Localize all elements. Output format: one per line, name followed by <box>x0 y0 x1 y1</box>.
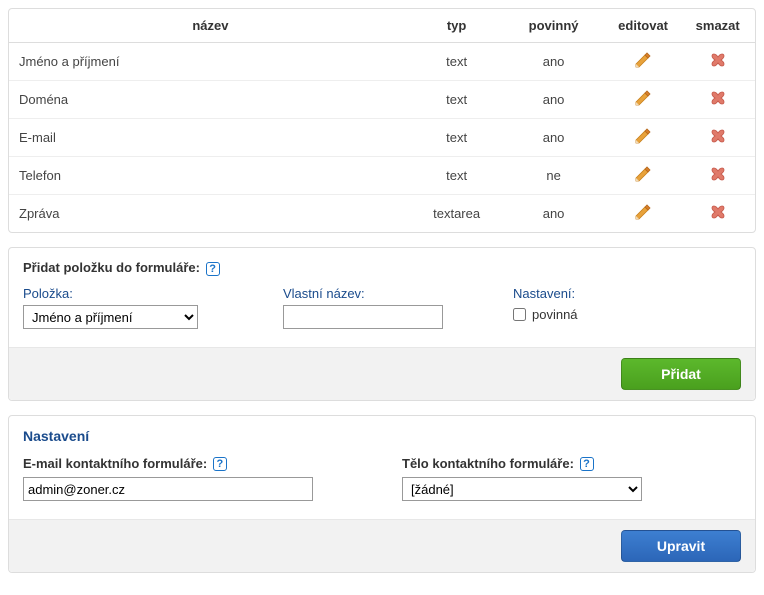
delete-icon[interactable] <box>709 51 727 69</box>
row-required: ano <box>501 195 605 233</box>
help-icon[interactable]: ? <box>213 457 227 471</box>
header-delete: smazat <box>680 9 755 43</box>
delete-icon[interactable] <box>709 203 727 221</box>
edit-icon[interactable] <box>634 89 652 107</box>
edit-icon[interactable] <box>634 165 652 183</box>
header-edit: editovat <box>606 9 681 43</box>
row-name: Telefon <box>9 157 412 195</box>
row-name: Jméno a příjmení <box>9 43 412 81</box>
add-field-panel: Přidat položku do formuláře: ? Položka: … <box>8 247 756 401</box>
required-checkbox[interactable] <box>513 308 526 321</box>
contact-email-label: E-mail kontaktního formuláře: ? <box>23 456 362 472</box>
row-required: ano <box>501 81 605 119</box>
add-button[interactable]: Přidat <box>621 358 741 390</box>
header-name: název <box>9 9 412 43</box>
table-row: E-mail text ano <box>9 119 755 157</box>
table-row: Zpráva textarea ano <box>9 195 755 233</box>
edit-icon[interactable] <box>634 203 652 221</box>
edit-icon[interactable] <box>634 127 652 145</box>
table-row: Doména text ano <box>9 81 755 119</box>
help-icon[interactable]: ? <box>580 457 594 471</box>
header-required: povinný <box>501 9 605 43</box>
delete-icon[interactable] <box>709 127 727 145</box>
field-type-select[interactable]: Jméno a příjmení <box>23 305 198 329</box>
required-checkbox-label: povinná <box>532 307 578 322</box>
settings-panel: Nastavení E-mail kontaktního formuláře: … <box>8 415 756 574</box>
row-type: text <box>412 157 502 195</box>
add-field-title: Přidat položku do formuláře: ? <box>9 248 755 280</box>
row-name: Doména <box>9 81 412 119</box>
save-button[interactable]: Upravit <box>621 530 741 562</box>
custom-name-input[interactable] <box>283 305 443 329</box>
row-required: ano <box>501 119 605 157</box>
row-type: text <box>412 119 502 157</box>
field-type-label: Položka: <box>23 286 253 301</box>
row-type: text <box>412 81 502 119</box>
row-type: textarea <box>412 195 502 233</box>
add-field-title-text: Přidat položku do formuláře: <box>23 260 200 275</box>
delete-icon[interactable] <box>709 89 727 107</box>
settings-title: Nastavení <box>9 416 755 448</box>
form-fields-panel: název typ povinný editovat smazat Jméno … <box>8 8 756 233</box>
row-name: E-mail <box>9 119 412 157</box>
edit-icon[interactable] <box>634 51 652 69</box>
row-type: text <box>412 43 502 81</box>
field-settings-label: Nastavení: <box>513 286 741 301</box>
row-required: ano <box>501 43 605 81</box>
help-icon[interactable]: ? <box>206 262 220 276</box>
custom-name-label: Vlastní název: <box>283 286 483 301</box>
table-row: Jméno a příjmení text ano <box>9 43 755 81</box>
contact-body-select[interactable]: [žádné] <box>402 477 642 501</box>
contact-email-input[interactable] <box>23 477 313 501</box>
table-row: Telefon text ne <box>9 157 755 195</box>
header-type: typ <box>412 9 502 43</box>
row-required: ne <box>501 157 605 195</box>
form-fields-table: název typ povinný editovat smazat Jméno … <box>9 9 755 232</box>
row-name: Zpráva <box>9 195 412 233</box>
delete-icon[interactable] <box>709 165 727 183</box>
contact-body-label: Tělo kontaktního formuláře: ? <box>402 456 741 472</box>
